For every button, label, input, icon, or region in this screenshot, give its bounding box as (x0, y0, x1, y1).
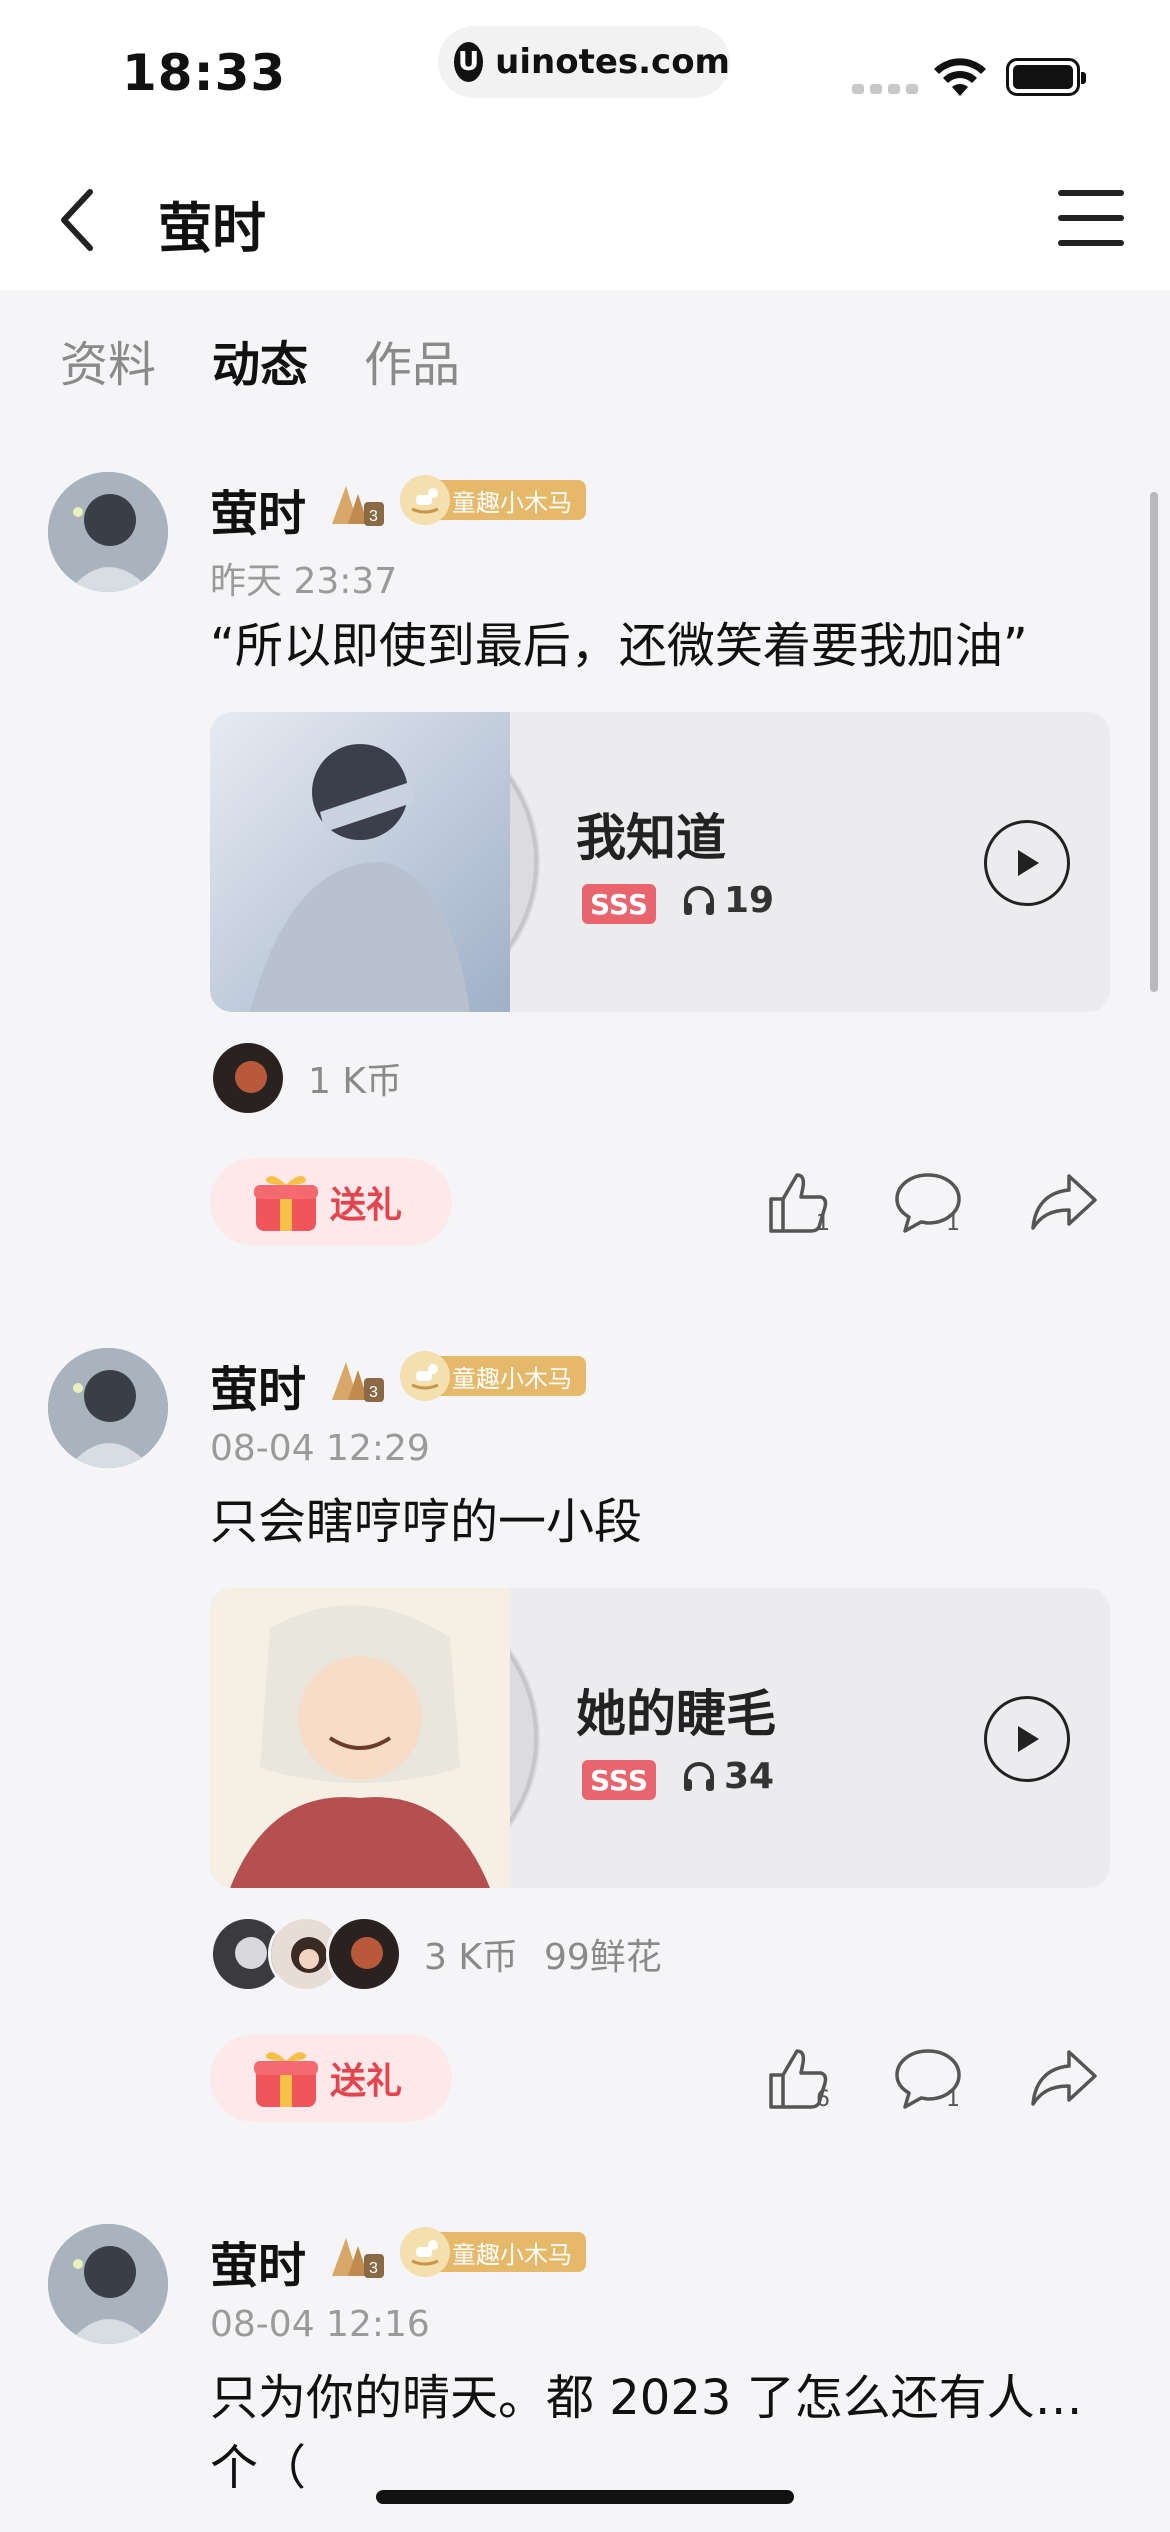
play-count: 19 (682, 880, 774, 921)
gift-label: 送礼 (330, 1185, 403, 1226)
song-title: 她的睫毛 (576, 1685, 776, 1743)
vip-badge[interactable]: 童趣小木马 (400, 1351, 586, 1401)
status-bar: 18:33 U uinotes.com (0, 0, 1170, 150)
like-button[interactable]: 6 (758, 2038, 838, 2118)
avatar[interactable] (48, 2224, 168, 2344)
rocking-horse-icon (400, 475, 450, 525)
rocking-horse-icon (400, 2227, 450, 2277)
song-card[interactable]: 我知道 SSS 19 (210, 712, 1110, 1012)
share-arrow-icon (1031, 2050, 1097, 2106)
gift-button[interactable]: 送礼 (210, 2034, 452, 2122)
tab-works[interactable]: 作品 (364, 325, 460, 395)
author-name[interactable]: 萤时 (210, 1350, 306, 1420)
gift-icon (254, 1176, 318, 1231)
supporter-avatar (326, 1916, 402, 1992)
svg-text:3: 3 (369, 508, 378, 525)
chevron-left-icon (61, 189, 93, 251)
like-count: 1 (816, 1211, 830, 1236)
coin-count: 3 K币 (424, 1937, 518, 1978)
level-badge-icon: 3 (332, 486, 384, 526)
comment-count: 1 (946, 1211, 960, 1236)
home-indicator[interactable] (376, 2490, 794, 2504)
play-icon (1018, 850, 1039, 876)
gift-label: 送礼 (330, 2061, 403, 2102)
share-arrow-icon (1031, 1174, 1097, 1230)
page-title: 萤时 (158, 197, 266, 260)
grade-badge: SSS (582, 884, 656, 924)
nav-bar: 萤时 (0, 150, 1170, 290)
level-badge-icon: 3 (332, 1362, 384, 1402)
play-count: 34 (682, 1756, 774, 1797)
author-name[interactable]: 萤时 (210, 2226, 306, 2296)
play-button[interactable] (984, 820, 1070, 906)
post-time: 08-04 12:29 (210, 1428, 430, 1469)
supporters-row[interactable]: 1 K币 (210, 1040, 402, 1116)
coin-count: 1 K币 (308, 1061, 402, 1102)
site-logo-icon: U (454, 42, 484, 82)
headphones-icon (684, 885, 714, 915)
menu-button[interactable] (1058, 190, 1124, 246)
status-time: 18:33 (122, 44, 287, 102)
play-button[interactable] (984, 1696, 1070, 1782)
scrollbar[interactable] (1150, 492, 1158, 992)
avatar[interactable] (48, 1348, 168, 1468)
flower-count: 99鲜花 (543, 1937, 662, 1978)
share-button[interactable] (1024, 1162, 1104, 1242)
back-button[interactable] (56, 182, 116, 258)
tab-profile-info[interactable]: 资料 (60, 325, 156, 395)
comment-count: 1 (946, 2087, 960, 2112)
like-button[interactable]: 1 (758, 1162, 838, 1242)
supporter-avatar (210, 1040, 286, 1116)
url-text: uinotes.com (495, 42, 730, 82)
share-button[interactable] (1024, 2038, 1104, 2118)
play-count-value: 34 (724, 1756, 775, 1797)
post-time: 昨天 23:37 (210, 561, 398, 602)
song-cover-image (210, 1588, 510, 1888)
vip-badge[interactable]: 童趣小木马 (400, 475, 586, 525)
supporters-row[interactable]: 3 K币 99鲜花 (210, 1916, 662, 1992)
vip-label: 童趣小木马 (436, 1356, 586, 1396)
post-text[interactable]: 只会瞎哼哼的一小段 (210, 1488, 1110, 1558)
rocking-horse-icon (400, 1351, 450, 1401)
play-icon (1018, 1726, 1039, 1752)
profile-tabs: 资料 动态 作品 (0, 290, 1170, 430)
gift-icon (254, 2052, 318, 2107)
cellular-signal-icon (852, 84, 918, 94)
vip-badge[interactable]: 童趣小木马 (400, 2227, 586, 2277)
song-cover-image (210, 712, 510, 1012)
level-badge-icon: 3 (332, 2238, 384, 2278)
battery-icon (1006, 58, 1086, 96)
play-count-value: 19 (724, 880, 775, 921)
comment-button[interactable]: 1 (888, 2038, 968, 2118)
avatar[interactable] (48, 472, 168, 592)
comment-button[interactable]: 1 (888, 1162, 968, 1242)
vip-label: 童趣小木马 (436, 480, 586, 520)
post-time: 08-04 12:16 (210, 2304, 430, 2345)
headphones-icon (684, 1761, 714, 1791)
gift-button[interactable]: 送礼 (210, 1158, 452, 1246)
url-pill[interactable]: U uinotes.com (438, 26, 730, 98)
svg-text:3: 3 (369, 1384, 378, 1401)
wifi-icon (934, 58, 986, 96)
song-title: 我知道 (576, 809, 726, 867)
tab-feed[interactable]: 动态 (212, 325, 308, 395)
song-card[interactable]: 她的睫毛 SSS 34 (210, 1588, 1110, 1888)
grade-badge: SSS (582, 1760, 656, 1800)
svg-text:3: 3 (369, 2260, 378, 2277)
like-count: 6 (816, 2087, 830, 2112)
post-text[interactable]: “所以即使到最后，还微笑着要我加油” (210, 612, 1110, 682)
author-name[interactable]: 萤时 (210, 474, 306, 544)
vip-label: 童趣小木马 (436, 2232, 586, 2272)
